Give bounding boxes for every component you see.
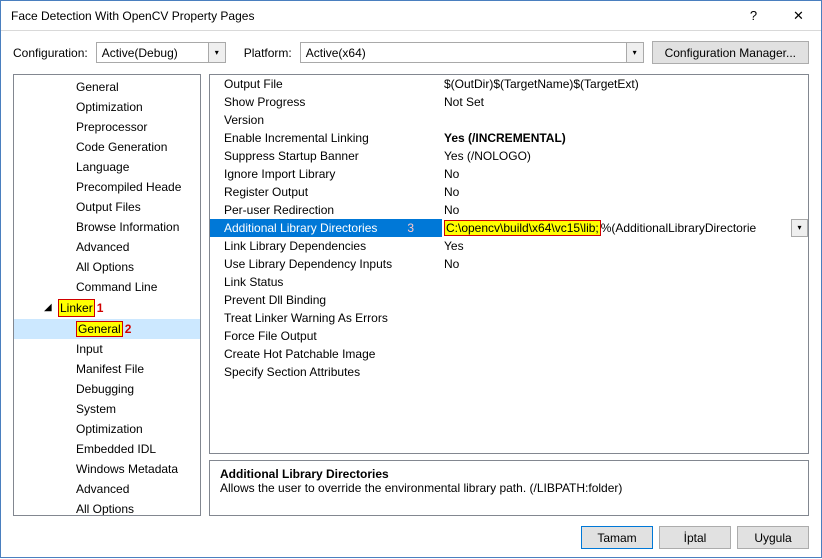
window-title: Face Detection With OpenCV Property Page… <box>11 9 731 23</box>
description-panel: Additional Library Directories Allows th… <box>209 460 809 516</box>
property-row[interactable]: Create Hot Patchable Image <box>210 345 808 363</box>
tree-item-linker[interactable]: ◢Linker1 <box>14 297 200 319</box>
property-row[interactable]: Prevent Dll Binding <box>210 291 808 309</box>
configuration-manager-button[interactable]: Configuration Manager... <box>652 41 809 64</box>
cancel-button[interactable]: İptal <box>659 526 731 549</box>
property-row[interactable]: Version <box>210 111 808 129</box>
tree: GeneralOptimizationPreprocessorCode Gene… <box>14 75 200 516</box>
configuration-combo[interactable]: Active(Debug) ▾ <box>96 42 226 63</box>
platform-combo[interactable]: Active(x64) ▾ <box>300 42 644 63</box>
expander-icon[interactable]: ◢ <box>44 300 54 316</box>
tree-item[interactable]: Output Files <box>14 197 200 217</box>
configuration-label: Configuration: <box>13 46 88 60</box>
property-row[interactable]: Enable Incremental LinkingYes (/INCREMEN… <box>210 129 808 147</box>
apply-button[interactable]: Uygula <box>737 526 809 549</box>
config-bar: Configuration: Active(Debug) ▾ Platform:… <box>1 31 821 74</box>
tree-item[interactable]: Embedded IDL <box>14 439 200 459</box>
property-row[interactable]: Show ProgressNot Set <box>210 93 808 111</box>
tree-item[interactable]: Code Generation <box>14 137 200 157</box>
platform-label: Platform: <box>244 46 292 60</box>
chevron-down-icon: ▾ <box>626 43 643 62</box>
tree-item[interactable]: Optimization <box>14 97 200 117</box>
property-row[interactable]: Per-user RedirectionNo <box>210 201 808 219</box>
close-icon[interactable]: ✕ <box>776 1 821 31</box>
tree-item[interactable]: All Options <box>14 257 200 277</box>
property-row[interactable]: Force File Output <box>210 327 808 345</box>
property-row-selected[interactable]: Additional Library Directories 3C:\openc… <box>210 219 808 237</box>
platform-value: Active(x64) <box>306 46 366 60</box>
configuration-value: Active(Debug) <box>102 46 178 60</box>
property-row[interactable]: Register OutputNo <box>210 183 808 201</box>
tree-item[interactable]: Advanced <box>14 479 200 499</box>
tree-item[interactable]: Debugging <box>14 379 200 399</box>
chevron-down-icon[interactable]: ▾ <box>791 219 808 237</box>
tree-item[interactable]: Advanced <box>14 237 200 257</box>
tree-item[interactable]: System <box>14 399 200 419</box>
property-row[interactable]: Use Library Dependency InputsNo <box>210 255 808 273</box>
tree-item[interactable]: Input <box>14 339 200 359</box>
help-icon[interactable]: ? <box>731 1 776 31</box>
main-area: GeneralOptimizationPreprocessorCode Gene… <box>1 74 821 516</box>
property-row[interactable]: Ignore Import LibraryNo <box>210 165 808 183</box>
chevron-down-icon: ▾ <box>208 43 225 62</box>
description-body: Allows the user to override the environm… <box>220 481 798 495</box>
tree-item[interactable]: Optimization <box>14 419 200 439</box>
property-row[interactable]: Link Status <box>210 273 808 291</box>
title-bar: Face Detection With OpenCV Property Page… <box>1 1 821 31</box>
tree-item[interactable]: Browse Information <box>14 217 200 237</box>
description-title: Additional Library Directories <box>220 467 798 481</box>
property-row[interactable]: Treat Linker Warning As Errors <box>210 309 808 327</box>
tree-item[interactable]: Manifest File <box>14 359 200 379</box>
tree-item[interactable]: Language <box>14 157 200 177</box>
tree-item[interactable]: Preprocessor <box>14 117 200 137</box>
tree-item[interactable]: All Options <box>14 499 200 516</box>
tree-item-general[interactable]: General2 <box>14 319 200 339</box>
ok-button[interactable]: Tamam <box>581 526 653 549</box>
tree-panel[interactable]: GeneralOptimizationPreprocessorCode Gene… <box>13 74 201 516</box>
property-row[interactable]: Output File$(OutDir)$(TargetName)$(Targe… <box>210 75 808 93</box>
tree-item[interactable]: Precompiled Heade <box>14 177 200 197</box>
property-grid[interactable]: Output File$(OutDir)$(TargetName)$(Targe… <box>209 74 809 454</box>
tree-item[interactable]: Windows Metadata <box>14 459 200 479</box>
property-row[interactable]: Specify Section Attributes <box>210 363 808 381</box>
tree-item[interactable]: General <box>14 77 200 97</box>
property-row[interactable]: Link Library DependenciesYes <box>210 237 808 255</box>
footer: Tamam İptal Uygula <box>1 516 821 559</box>
tree-item[interactable]: Command Line <box>14 277 200 297</box>
property-row[interactable]: Suppress Startup BannerYes (/NOLOGO) <box>210 147 808 165</box>
